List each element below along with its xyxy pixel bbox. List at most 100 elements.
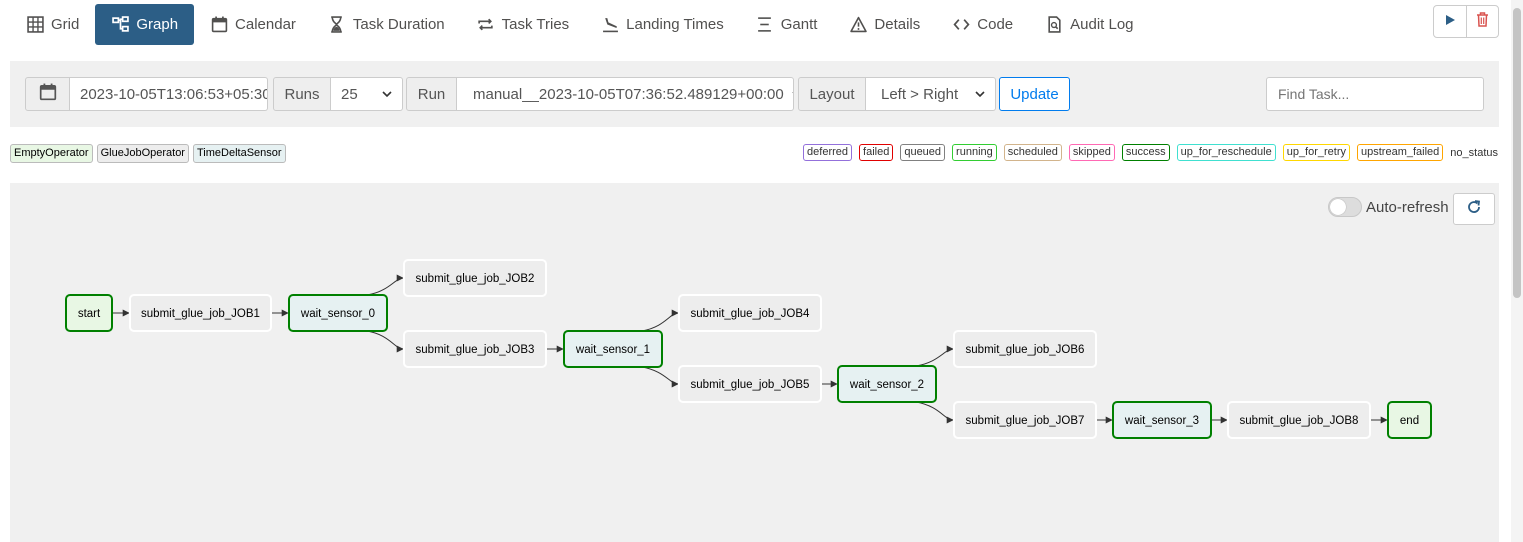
tab-details-label: Details	[874, 16, 921, 33]
tab-task-tries[interactable]: Task Tries	[461, 4, 586, 45]
status-legend-upstream-failed[interactable]: upstream_failed	[1357, 144, 1444, 161]
tab-task-duration-label: Task Duration	[352, 16, 445, 33]
refresh-icon	[1466, 199, 1482, 220]
gantt-icon	[756, 16, 774, 34]
auto-refresh-control: Auto-refresh	[1328, 197, 1449, 217]
tab-landing-times[interactable]: Landing Times	[585, 4, 740, 45]
layout-select[interactable]: Left > Right	[866, 77, 996, 111]
dag-edge	[641, 366, 679, 388]
hourglass-icon	[328, 16, 346, 34]
tab-grid-label: Grid	[51, 16, 80, 33]
task-node-label: submit_glue_job_JOB5	[691, 379, 810, 391]
base-date-input[interactable]: 2023-10-05T13:06:53+05:30	[70, 77, 268, 111]
task-node-submit-glue-job-job8[interactable]: submit_glue_job_JOB8	[1227, 401, 1371, 439]
run-select[interactable]: manual__2023-10-05T07:36:52.489129+00:00	[457, 77, 794, 111]
task-node-label: start	[78, 308, 101, 320]
task-node-end[interactable]: end	[1387, 401, 1432, 439]
dag-graph-canvas[interactable]: start submit_glue_job_JOB1 wait_sensor_0su…	[10, 183, 1499, 542]
tab-code-label: Code	[977, 16, 1014, 33]
dag-edge	[915, 345, 954, 367]
status-legend: deferred failed queued running scheduled…	[803, 144, 1498, 161]
trigger-dag-button[interactable]	[1434, 6, 1466, 37]
task-node-label: wait_sensor_0	[300, 308, 375, 320]
dag-edge	[366, 274, 404, 296]
page-scrollbar[interactable]	[1511, 0, 1523, 542]
warning-triangle-icon	[849, 16, 867, 34]
task-node-wait-sensor-1[interactable]: wait_sensor_1	[563, 330, 663, 368]
graph-panel: start submit_glue_job_JOB1 wait_sensor_0 su…	[10, 183, 1499, 542]
task-node-submit-glue-job-job2[interactable]: submit_glue_job_JOB2	[403, 259, 547, 297]
task-node-label: submit_glue_job_JOB1	[141, 308, 260, 320]
task-node-label: end	[1400, 415, 1419, 427]
filter-bar: 2023-10-05T13:06:53+05:30 Runs 25 Run ma…	[10, 61, 1499, 127]
task-node-label: submit_glue_job_JOB7	[966, 415, 1085, 427]
task-node-submit-glue-job-job1[interactable]: submit_glue_job_JOB1	[129, 294, 272, 332]
tab-audit-log-label: Audit Log	[1070, 16, 1134, 33]
plane-landing-icon	[601, 16, 619, 34]
task-node-label: wait_sensor_1	[575, 344, 650, 356]
status-legend-failed[interactable]: failed	[859, 144, 894, 161]
runs-select-value: 25	[341, 85, 358, 103]
runs-select[interactable]: 25	[331, 77, 403, 111]
run-group: Run manual__2023-10-05T07:36:52.489129+0…	[406, 77, 794, 111]
tab-gantt-label: Gantt	[780, 16, 818, 33]
audit-file-icon	[1045, 16, 1063, 34]
refresh-button[interactable]	[1453, 193, 1495, 225]
tab-details[interactable]: Details	[833, 4, 936, 45]
operator-legend-item: GlueJobOperator	[96, 144, 189, 163]
status-legend-no-status[interactable]: no_status	[1450, 147, 1498, 159]
run-label: Run	[406, 77, 457, 111]
task-node-submit-glue-job-job5[interactable]: submit_glue_job_JOB5	[678, 365, 822, 403]
layout-group: Layout Left > Right	[798, 77, 996, 111]
tab-gantt[interactable]: Gantt	[740, 4, 834, 45]
status-legend-running[interactable]: running	[952, 144, 997, 161]
tab-audit-log[interactable]: Audit Log	[1029, 4, 1149, 45]
date-picker-button[interactable]	[25, 77, 70, 111]
status-legend-scheduled[interactable]: scheduled	[1003, 144, 1062, 161]
task-node-wait-sensor-2[interactable]: wait_sensor_2	[837, 365, 937, 403]
grid-icon	[26, 16, 44, 34]
graph-icon	[111, 16, 129, 34]
task-node-start[interactable]: start	[65, 294, 113, 332]
operator-legend-item: EmptyOperator	[10, 144, 93, 163]
status-legend-deferred[interactable]: deferred	[803, 144, 853, 161]
base-date-group: 2023-10-05T13:06:53+05:30	[25, 77, 268, 111]
task-node-submit-glue-job-job3[interactable]: submit_glue_job_JOB3	[403, 330, 547, 368]
task-node-label: submit_glue_job_JOB6	[966, 344, 1085, 356]
tab-graph-label: Graph	[136, 16, 179, 33]
tab-task-duration[interactable]: Task Duration	[312, 4, 461, 45]
play-icon	[1444, 13, 1456, 31]
auto-refresh-toggle[interactable]	[1328, 197, 1362, 217]
task-node-wait-sensor-0[interactable]: wait_sensor_0	[288, 294, 388, 332]
runs-group: Runs 25	[273, 77, 403, 111]
auto-refresh-label: Auto-refresh	[1366, 198, 1449, 216]
repeat-icon	[477, 16, 495, 34]
scrollbar-thumb[interactable]	[1513, 8, 1521, 298]
delete-dag-button[interactable]	[1466, 6, 1498, 37]
operator-legend-item: TimeDeltaSensor	[192, 144, 286, 163]
status-legend-queued[interactable]: queued	[900, 144, 946, 161]
task-node-submit-glue-job-job7[interactable]: submit_glue_job_JOB7	[953, 401, 1097, 439]
status-legend-skipped[interactable]: skipped	[1068, 144, 1115, 161]
status-legend-up-for-reschedule[interactable]: up_for_reschedule	[1176, 144, 1276, 161]
task-node-submit-glue-job-job4[interactable]: submit_glue_job_JOB4	[678, 294, 822, 332]
dag-edge	[915, 401, 954, 424]
dag-edge	[641, 309, 679, 332]
task-node-label: submit_glue_job_JOB8	[1240, 415, 1359, 427]
task-node-label: wait_sensor_2	[849, 379, 924, 391]
task-node-label: submit_glue_job_JOB3	[416, 344, 535, 356]
status-legend-success[interactable]: success	[1121, 144, 1170, 161]
task-node-wait-sensor-3[interactable]: wait_sensor_3	[1112, 401, 1212, 439]
update-button[interactable]: Update	[999, 77, 1070, 111]
find-task-input[interactable]	[1266, 77, 1484, 111]
tab-graph[interactable]: Graph	[95, 4, 195, 45]
tab-calendar-label: Calendar	[235, 16, 296, 33]
tab-calendar[interactable]: Calendar	[194, 4, 312, 45]
tab-code[interactable]: Code	[936, 4, 1029, 45]
tab-grid[interactable]: Grid	[10, 4, 95, 45]
trash-icon	[1476, 11, 1489, 32]
task-node-submit-glue-job-job6[interactable]: submit_glue_job_JOB6	[953, 330, 1097, 368]
status-legend-up-for-retry[interactable]: up_for_retry	[1282, 144, 1351, 161]
task-node-label: submit_glue_job_JOB2	[416, 273, 535, 285]
chevron-down-icon	[374, 86, 392, 103]
